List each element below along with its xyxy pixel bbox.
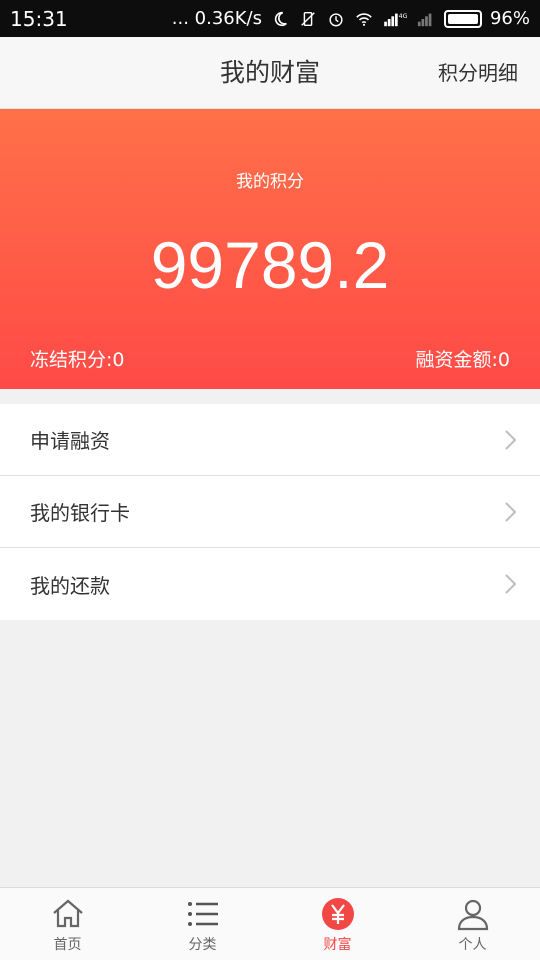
user-icon [457,899,488,931]
bottom-tab-bar: 首页 分类 财富 个人 [0,887,540,960]
points-detail-link[interactable]: 积分明细 [438,37,518,109]
battery-percent: 96% [489,8,530,29]
nav-bar: 我的财富 积分明细 [0,37,540,109]
menu-item-repayment[interactable]: 我的还款 [0,548,540,620]
home-icon [52,899,83,928]
moon-icon [274,11,287,26]
chevron-right-icon [505,501,517,522]
points-value: 99789.2 [150,228,390,302]
network-speed: ... 0.36K/s [171,8,262,29]
tab-profile[interactable]: 个人 [405,888,540,960]
svg-text:4G: 4G [399,13,408,20]
status-icons: ... 0.36K/s 4G 96% [172,8,530,29]
chevron-right-icon [505,574,517,594]
finance-amount: 融资金额:0 [415,349,511,371]
tab-label: 个人 [458,937,487,953]
frozen-points: 冻结积分:0 [30,349,125,371]
chevron-right-icon [505,429,517,450]
tab-label: 分类 [188,937,217,953]
wealth-card: 我的积分 99789.2 冻结积分:0 融资金额:0 [0,109,540,389]
list-icon [187,902,218,926]
tab-label: 财富 [323,937,352,953]
tab-home[interactable]: 首页 [0,888,135,960]
menu-item-label: 我的银行卡 [30,501,130,525]
menu-item-label: 我的还款 [30,573,110,598]
status-bar: 15:31 ... 0.36K/s 4G 96% [0,0,540,37]
vibrate-off-icon [301,11,315,26]
menu-item-label: 申请融资 [30,429,110,453]
tab-label: 首页 [53,937,82,953]
wifi-icon [356,12,372,26]
signal-4g-icon: 4G [384,13,408,26]
menu-item-apply-finance[interactable]: 申请融资 [0,404,540,476]
tab-wealth[interactable]: 财富 [270,888,405,960]
status-time: 15:31 [10,6,68,31]
battery-icon [443,9,482,28]
yen-icon [321,898,354,930]
menu-item-bank-card[interactable]: 我的银行卡 [0,476,540,548]
points-label: 我的积分 [236,172,304,192]
alarm-icon [329,12,343,26]
wealth-menu: 申请融资 我的银行卡 我的还款 [0,404,540,620]
tab-category[interactable]: 分类 [135,888,270,960]
signal-weak-icon [417,13,432,26]
